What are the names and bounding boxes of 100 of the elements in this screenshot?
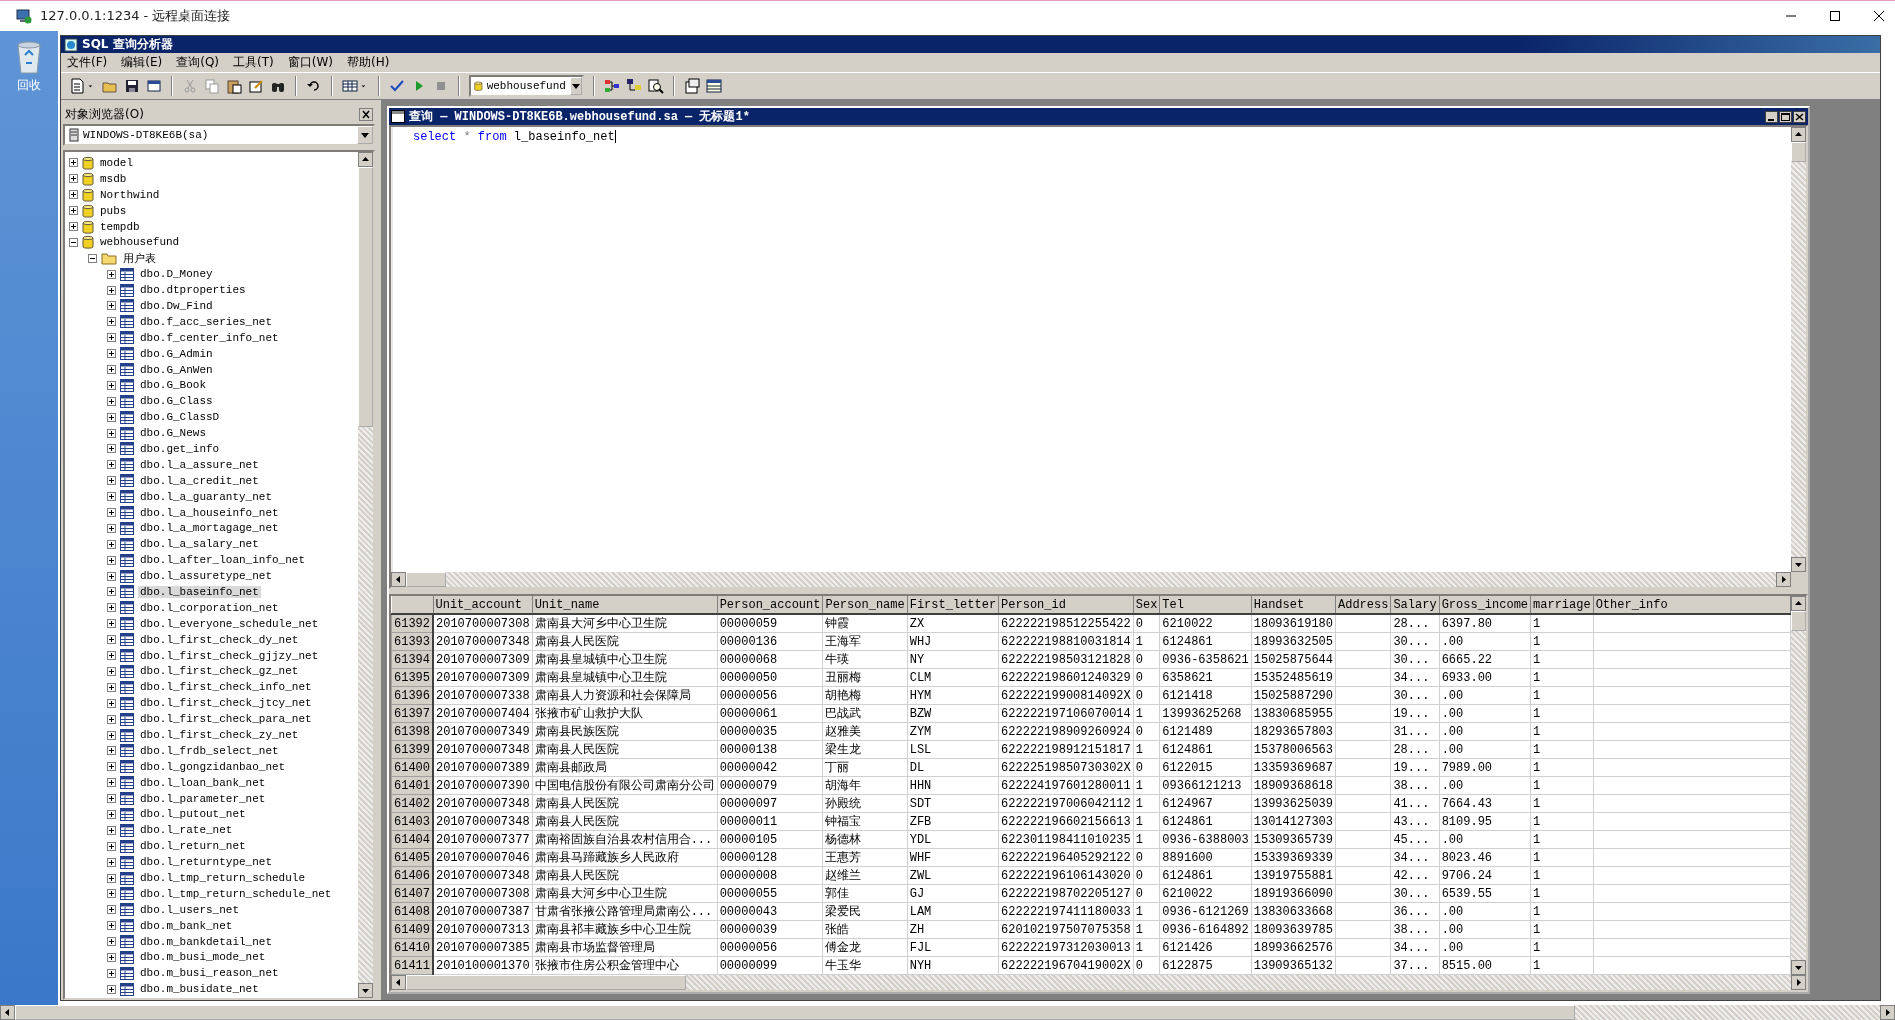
tree-item[interactable]: dbo.l_everyone_schedule_net [138,617,321,630]
expand-icon[interactable] [107,492,116,502]
tree-item[interactable]: dbo.l_corporation_net [138,601,281,614]
tree-item[interactable]: tempdb [98,220,142,233]
expand-icon[interactable] [107,555,116,565]
maximize-icon[interactable] [1779,110,1792,123]
expand-icon[interactable] [107,460,116,470]
tree-item[interactable]: dbo.l_returntype_net [138,856,275,869]
expand-icon[interactable] [69,206,78,216]
menu-item[interactable]: 帮助(H) [346,54,390,71]
tree-item[interactable]: dbo.m_busidate_net [138,983,261,996]
expand-icon[interactable] [69,158,78,168]
grid-icon[interactable] [342,78,358,94]
scroll-left-icon[interactable] [391,975,406,990]
column-header[interactable]: Person_account [717,596,823,614]
expand-icon[interactable] [107,825,116,835]
maximize-icon[interactable] [1829,10,1841,22]
expand-icon[interactable] [107,794,116,804]
tree-item[interactable]: dbo.m_busi_reason_net [138,967,281,980]
scroll-right-icon[interactable] [1791,975,1806,990]
tree-item[interactable]: dbo.G_Class [138,395,215,408]
tree-item[interactable]: dbo.l_baseinfo_net [138,586,261,598]
grid-corner[interactable] [391,596,433,614]
expand-icon[interactable] [107,508,116,518]
scrollbar-thumb[interactable] [358,167,373,427]
scrollbar[interactable] [391,975,1806,990]
tree-item[interactable]: dbo.get_info [138,442,222,455]
recycle-bin-icon[interactable] [14,39,44,75]
checkmark-icon[interactable] [389,78,405,94]
server-dropdown[interactable]: WINDOWS-DT8KE6B(sa) [63,124,375,146]
tree-item[interactable]: msdb [98,172,129,185]
scroll-down-icon[interactable] [1791,557,1806,572]
tree-chart-icon[interactable] [626,78,642,94]
scrollbar-thumb[interactable] [406,975,686,990]
expand-icon[interactable] [107,365,116,374]
tree-item[interactable]: dbo.l_frdb_select_net [138,744,281,757]
tree-item[interactable]: pubs [98,204,129,217]
expand-icon[interactable] [107,809,116,819]
tree-item[interactable]: webhousefund [98,236,182,249]
tree-item[interactable]: dbo.m_bankdetail_net [138,935,275,948]
tree-item[interactable]: dbo.l_a_guaranty_net [138,490,275,503]
expand-icon[interactable] [107,523,116,533]
close-icon[interactable] [1873,10,1885,22]
edit-icon[interactable] [248,78,264,94]
expand-icon[interactable] [69,222,78,231]
expand-icon[interactable] [107,317,116,327]
column-header[interactable]: Other_info [1593,596,1791,614]
scroll-down-icon[interactable] [1791,960,1806,975]
expand-icon[interactable] [107,698,116,708]
expand-icon[interactable] [107,396,116,406]
tree-item[interactable]: dbo.l_a_assure_net [138,458,261,471]
tree-item[interactable]: Northwind [98,188,162,201]
expand-icon[interactable] [107,952,116,962]
scrollbar[interactable] [0,1005,1895,1020]
expand-icon[interactable] [107,603,116,613]
tree-item[interactable]: dbo.Dw_Find [138,299,215,312]
tree-item[interactable]: dbo.dtproperties [138,284,248,297]
expand-icon[interactable] [107,889,116,899]
column-header[interactable]: marriage [1530,596,1594,614]
minimize-icon[interactable] [1765,110,1778,123]
expand-icon[interactable] [107,778,116,788]
scroll-left-icon[interactable] [391,572,406,587]
table-window-icon[interactable] [706,78,722,94]
tree-item[interactable]: dbo.l_first_check_gjjzy_net [138,649,321,662]
tree-item[interactable]: dbo.l_first_check_jtcy_net [138,697,314,710]
column-header[interactable]: Unit_name [532,596,718,614]
tree-item[interactable]: dbo.l_loan_bank_net [138,776,268,789]
tree-item[interactable]: dbo.f_acc_series_net [138,315,275,328]
tree-item[interactable]: dbo.l_first_check_dy_net [138,633,301,646]
tree-item[interactable]: dbo.D_Money [138,268,215,281]
tree-item[interactable]: dbo.l_first_check_para_net [138,713,314,726]
tree-item[interactable]: dbo.G_Book [138,379,208,392]
menu-item[interactable]: 文件(F) [67,54,108,71]
window-icon[interactable] [146,78,162,94]
tree-item[interactable]: dbo.l_return_net [138,840,248,853]
clipboard-icon[interactable] [226,78,242,94]
tree-item[interactable]: dbo.l_putout_net [138,808,248,821]
expand-icon[interactable] [107,285,116,295]
scrollbar[interactable] [358,152,373,998]
tree-item[interactable]: dbo.l_a_credit_net [138,474,261,487]
expand-icon[interactable] [107,746,116,756]
tree-item[interactable]: dbo.l_users_net [138,903,242,916]
tree-item[interactable]: dbo.l_a_houseinfo_net [138,506,281,519]
expand-icon[interactable] [107,937,116,947]
tree-item[interactable]: dbo.m_busi_mode_net [138,951,268,964]
collapse-icon[interactable] [88,253,97,263]
tree-item[interactable]: dbo.l_parameter_net [138,792,268,805]
tree-item[interactable]: dbo.l_first_check_info_net [138,681,314,694]
menu-item[interactable]: 工具(T) [233,54,274,71]
scroll-up-icon[interactable] [358,152,373,167]
properties-icon[interactable] [684,78,700,94]
column-header[interactable]: Salary [1390,596,1440,614]
expand-icon[interactable] [107,730,116,740]
scroll-up-icon[interactable] [1791,127,1806,142]
expand-icon[interactable] [107,873,116,883]
scroll-right-icon[interactable] [1776,572,1791,587]
tree-item[interactable]: dbo.l_tmp_return_schedule_net [138,887,334,900]
undo-icon[interactable] [306,78,322,94]
close-icon[interactable] [359,107,373,121]
column-header[interactable]: Person_name [822,596,908,614]
